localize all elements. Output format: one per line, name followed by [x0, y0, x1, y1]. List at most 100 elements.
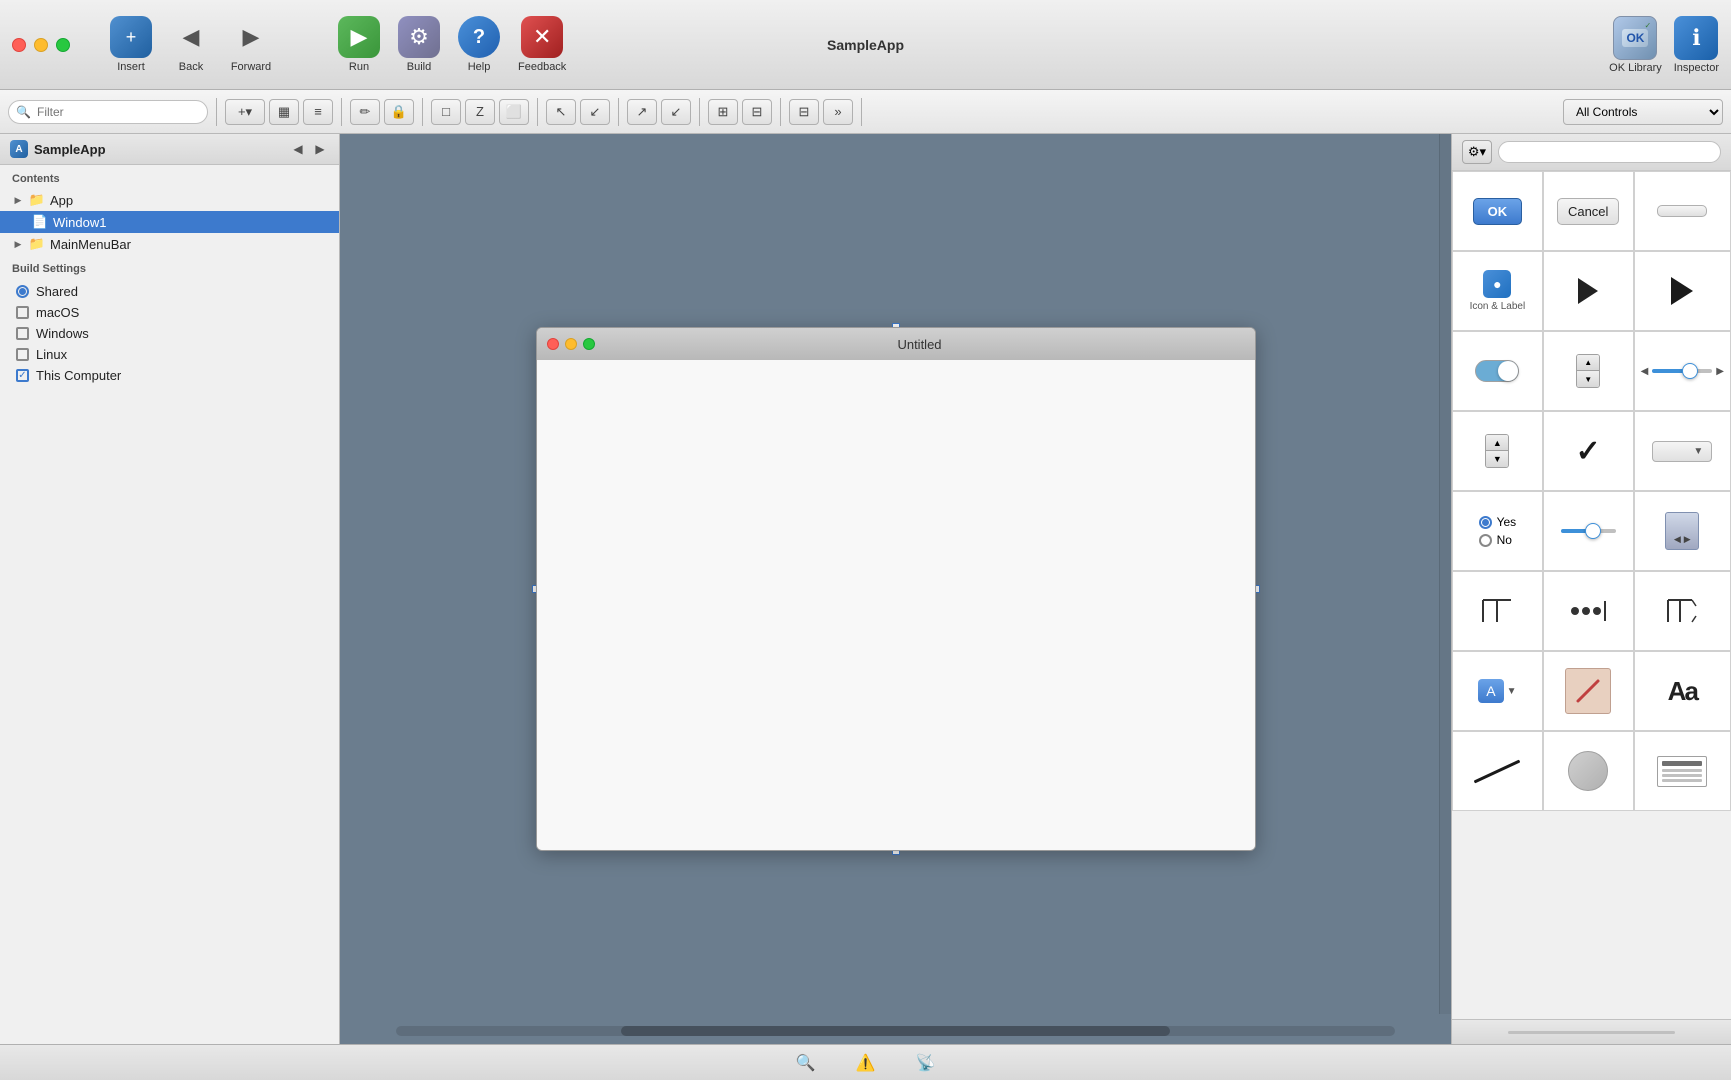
- list-view-button[interactable]: ≡: [303, 99, 333, 125]
- feedback-button[interactable]: ✕ Feedback: [518, 16, 566, 73]
- slider-track[interactable]: [1652, 369, 1712, 373]
- cancel-button-ctrl[interactable]: Cancel: [1557, 198, 1619, 225]
- arrange-up-button[interactable]: ↖: [546, 99, 576, 125]
- radio-no-button[interactable]: [1479, 534, 1492, 547]
- build-item-this-computer[interactable]: ✓ This Computer: [12, 365, 327, 386]
- ctrl-label-a-cell[interactable]: A ▼: [1452, 651, 1543, 731]
- this-computer-checkbox[interactable]: ✓: [16, 369, 29, 382]
- build-item-shared[interactable]: Shared: [12, 281, 327, 302]
- canvas-area[interactable]: Untitled: [340, 134, 1451, 1044]
- ctrl-box-list-cell[interactable]: [1634, 731, 1731, 811]
- canvas-vscroll[interactable]: [1439, 134, 1451, 1014]
- nav-forward-arrow[interactable]: ▶: [311, 140, 329, 158]
- status-search-icon[interactable]: 🔍: [796, 1053, 816, 1073]
- ctrl-line-cell[interactable]: [1452, 731, 1543, 811]
- back-button[interactable]: ◀ Back: [170, 16, 212, 73]
- ctrl-play-normal-cell[interactable]: [1543, 251, 1634, 331]
- grid-view-button[interactable]: ▦: [269, 99, 299, 125]
- ctrl-circle-cell[interactable]: [1543, 731, 1634, 811]
- build-item-linux[interactable]: Linux: [12, 344, 327, 365]
- ctrl-step-arrows-cell[interactable]: ▲ ▼: [1452, 411, 1543, 491]
- build-button[interactable]: ⚙ Build: [398, 16, 440, 73]
- stepper-up-btn[interactable]: ▲: [1577, 355, 1599, 371]
- add-button[interactable]: +▾: [225, 99, 265, 125]
- close-button[interactable]: [12, 38, 26, 52]
- ungroup-z-button[interactable]: Z: [465, 99, 495, 125]
- library-button[interactable]: OK ✓ OK Library: [1609, 16, 1662, 74]
- win-max-btn[interactable]: [583, 338, 595, 350]
- win-close-btn[interactable]: [547, 338, 559, 350]
- gear-button[interactable]: ⚙▾: [1462, 140, 1492, 164]
- window-content-area[interactable]: [537, 360, 1255, 850]
- ctrl-password-cell[interactable]: [1543, 571, 1634, 651]
- ctrl-text-field-cell[interactable]: [1452, 571, 1543, 651]
- move-bck-button[interactable]: ⊟: [742, 99, 772, 125]
- canvas-hscroll[interactable]: [396, 1026, 1396, 1036]
- filter-input[interactable]: [8, 100, 208, 124]
- arrange3-button[interactable]: ↗: [627, 99, 657, 125]
- ctrl-db-cell[interactable]: ◀ ▶: [1634, 491, 1731, 571]
- panel-bottom-scroll[interactable]: [1508, 1031, 1675, 1034]
- edit-button[interactable]: ✏: [350, 99, 380, 125]
- radio-yes-item[interactable]: Yes: [1479, 515, 1517, 529]
- ctrl-font-aa-cell[interactable]: Aa: [1634, 651, 1731, 731]
- slider-thumb[interactable]: [1682, 363, 1698, 379]
- embed-button[interactable]: ⬜: [499, 99, 529, 125]
- sidebar-item-mainmenubar[interactable]: ▶ 📁 MainMenuBar: [0, 233, 339, 255]
- ctrl-ok-button[interactable]: OK: [1452, 171, 1543, 251]
- step-up-btn[interactable]: ▲: [1486, 435, 1508, 451]
- toggle-widget[interactable]: [1475, 360, 1519, 382]
- lock-button[interactable]: 🔒: [384, 99, 414, 125]
- ctrl-pen-cell[interactable]: [1543, 651, 1634, 731]
- move-fwd-button[interactable]: ⊞: [708, 99, 738, 125]
- ctrl-plain-button[interactable]: [1634, 171, 1731, 251]
- ctrl-toggle-cell[interactable]: [1452, 331, 1543, 411]
- inspector-button[interactable]: ℹ Inspector: [1674, 16, 1719, 74]
- align-button[interactable]: ⊟: [789, 99, 819, 125]
- plain-button-ctrl[interactable]: [1657, 205, 1707, 217]
- shared-radio[interactable]: [16, 285, 29, 298]
- nav-back-arrow[interactable]: ◀: [289, 140, 307, 158]
- status-antenna-icon[interactable]: 📡: [915, 1053, 935, 1073]
- slider2-thumb[interactable]: [1585, 523, 1601, 539]
- ctrl-play-filled-cell[interactable]: [1634, 251, 1731, 331]
- build-item-windows[interactable]: Windows: [12, 323, 327, 344]
- stepper-down-btn[interactable]: ▼: [1577, 371, 1599, 387]
- run-button[interactable]: ▶ Run: [338, 16, 380, 73]
- ctrl-icon-label-cell[interactable]: ● Icon & Label: [1452, 251, 1543, 331]
- arrange4-button[interactable]: ↙: [661, 99, 691, 125]
- ok-button-ctrl[interactable]: OK: [1473, 198, 1523, 225]
- dropdown-widget[interactable]: ▼: [1652, 441, 1712, 462]
- ctrl-slider2-cell[interactable]: [1543, 491, 1634, 571]
- sidebar-item-window1[interactable]: 📄 Window1: [0, 211, 339, 233]
- arrange-down-button[interactable]: ↙: [580, 99, 610, 125]
- panel-search-input[interactable]: [1498, 141, 1721, 163]
- windows-checkbox[interactable]: [16, 327, 29, 340]
- ctrl-checkmark-cell[interactable]: ✓: [1543, 411, 1634, 491]
- status-warning-icon[interactable]: ⚠️: [856, 1053, 876, 1073]
- group-button[interactable]: □: [431, 99, 461, 125]
- build-item-macos[interactable]: macOS: [12, 302, 327, 323]
- help-button[interactable]: ? Help: [458, 16, 500, 73]
- more-button[interactable]: »: [823, 99, 853, 125]
- ctrl-text-bordered-cell[interactable]: [1634, 571, 1731, 651]
- linux-checkbox[interactable]: [16, 348, 29, 361]
- stepper-widget[interactable]: ▲ ▼: [1576, 354, 1600, 388]
- controls-select[interactable]: All Controls Buttons Text Layout: [1563, 99, 1723, 125]
- slider2-track[interactable]: [1561, 529, 1616, 533]
- minimize-button[interactable]: [34, 38, 48, 52]
- ctrl-radio-cell[interactable]: Yes No: [1452, 491, 1543, 571]
- radio-no-item[interactable]: No: [1479, 533, 1517, 547]
- ctrl-dropdown-cell[interactable]: ▼: [1634, 411, 1731, 491]
- ctrl-stepper-cell[interactable]: ▲ ▼: [1543, 331, 1634, 411]
- forward-button[interactable]: ▶ Forward: [230, 16, 272, 73]
- macos-checkbox[interactable]: [16, 306, 29, 319]
- ctrl-cancel-button[interactable]: Cancel: [1543, 171, 1634, 251]
- ctrl-slider-cell[interactable]: ◀ ▶: [1634, 331, 1731, 411]
- maximize-button[interactable]: [56, 38, 70, 52]
- win-min-btn[interactable]: [565, 338, 577, 350]
- insert-button[interactable]: + Insert: [110, 16, 152, 73]
- step-down-btn[interactable]: ▼: [1486, 451, 1508, 467]
- radio-yes-button[interactable]: [1479, 516, 1492, 529]
- sidebar-item-app[interactable]: ▶ 📁 App: [0, 189, 339, 211]
